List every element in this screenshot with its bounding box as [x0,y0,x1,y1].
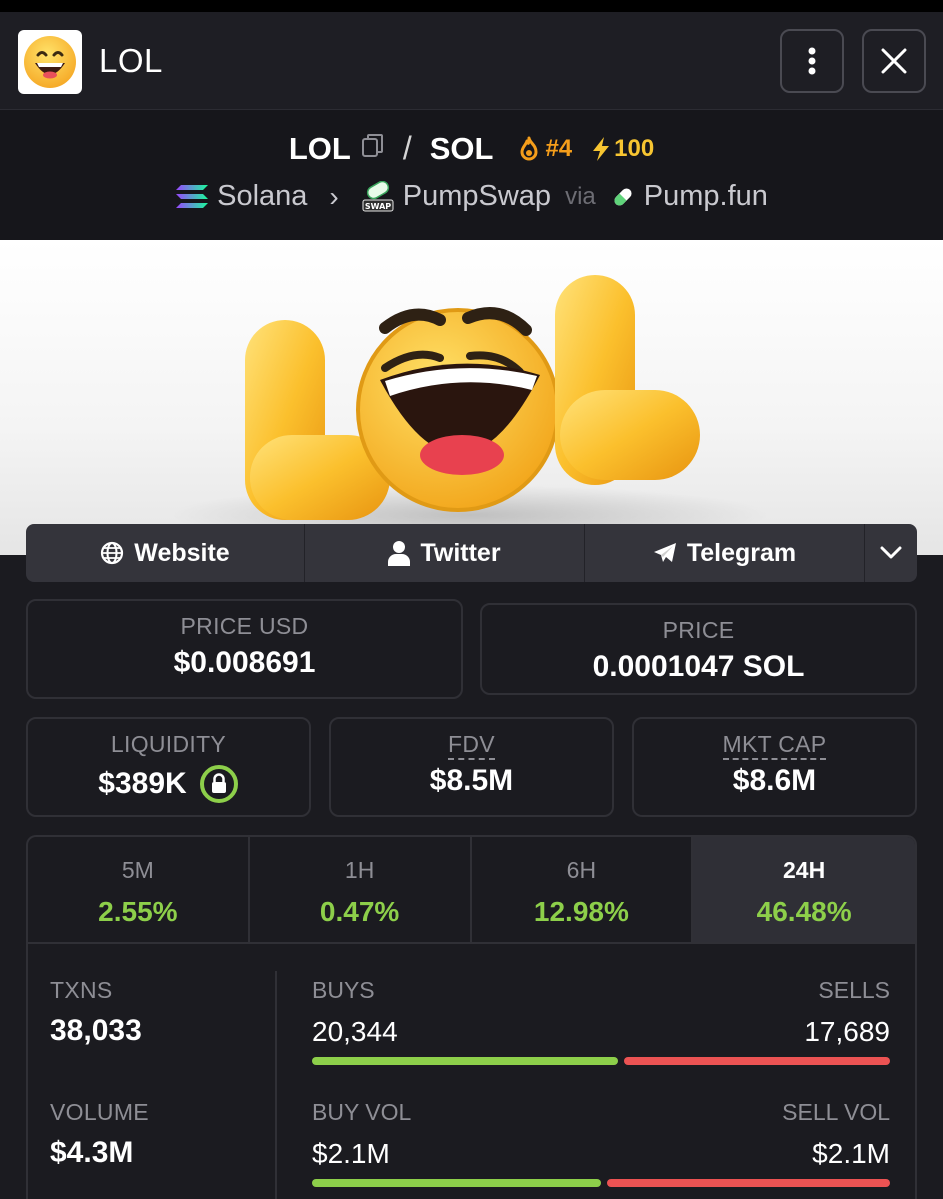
base-symbol: LOL [288,130,351,166]
buy-vol-label: BUY VOL [312,1099,412,1125]
price-usd-value: $0.008691 [173,646,316,679]
txns-metric: TXNS 38,033 [50,977,142,1048]
market-cap-value: $8.6M [732,764,817,797]
buy-sell-volume-row: BUY VOL SELL VOL $2.1M $2.1M [312,1099,890,1170]
globe-icon [101,541,124,565]
volume-label: VOLUME [50,1099,149,1125]
fdv-box: FDV $8.5M [329,717,614,817]
website-label: Website [134,538,230,567]
price-label: PRICE [662,617,735,643]
timeframe-tabs: 5M 2.55% 1H 0.47% 6H 12.98% 24H 46.48% [28,837,915,944]
boost-count: 100 [614,134,655,162]
timeframe-panel: 5M 2.55% 1H 0.47% 6H 12.98% 24H 46.48% T… [26,835,917,1199]
tab-change: 2.55% [98,896,178,927]
boost-badge[interactable]: 100 [590,135,654,163]
tab-24h[interactable]: 24H 46.48% [693,837,915,942]
social-links-bar: Website Twitter Telegram [26,524,917,582]
buy-vol-value: $2.1M [312,1138,390,1169]
user-icon [388,541,411,566]
trending-rank-badge[interactable]: #4 [517,135,572,163]
lightning-icon [593,136,610,161]
vertical-dots-icon [808,47,816,75]
status-strip [0,0,943,12]
sells-bar [624,1057,890,1065]
grinning-face-emoji-icon [24,36,76,88]
txns-label: TXNS [50,977,113,1003]
app-title: LOL [99,42,163,79]
buys-label: BUYS [312,977,375,1003]
tab-change: 0.47% [319,896,400,927]
tab-6h[interactable]: 6H 12.98% [472,837,694,942]
market-cap-box: MKT CAP $8.6M [632,717,917,817]
liquidity-label: LIQUIDITY [110,731,227,757]
tab-label: 6H [566,857,597,883]
tab-1h[interactable]: 1H 0.47% [250,837,472,942]
fdv-label[interactable]: FDV [448,731,495,760]
price-value: 0.0001047 SOL [592,650,805,683]
buy-vol-bar [312,1179,601,1187]
chevron-right-icon: › [329,180,339,212]
quote-symbol: SOL [429,130,494,166]
twitter-link[interactable]: Twitter [305,524,585,582]
header: LOL [0,12,943,110]
tab-label: 5M [121,857,154,883]
tab-change: 12.98% [533,896,629,927]
pair-separator: / [402,130,412,166]
dex-name[interactable]: PumpSwap [403,180,551,213]
telegram-label: Telegram [686,538,797,567]
more-options-button[interactable] [780,29,844,93]
tab-label: 1H [344,857,375,883]
token-avatar [18,30,82,94]
liquidity-value: $389K [98,767,187,800]
tab-label: 24H [783,857,826,883]
volume-metric: VOLUME $4.3M [50,1099,149,1170]
sells-value: 17,689 [804,1016,890,1047]
tab-5m[interactable]: 5M 2.55% [28,837,250,942]
more-links-button[interactable] [865,524,917,582]
token-banner [0,240,943,555]
sell-vol-label: SELL VOL [782,1099,890,1125]
chain-name[interactable]: Solana [217,180,307,213]
column-divider [275,971,277,1199]
tab-change: 46.48% [756,896,852,927]
market-cap-label[interactable]: MKT CAP [722,731,827,760]
sell-vol-bar [607,1179,890,1187]
txns-value: 38,033 [50,1014,142,1047]
sell-vol-value: $2.1M [812,1138,890,1169]
price-usd-label: PRICE USD [180,613,309,639]
trending-rank: #4 [545,134,573,162]
twitter-label: Twitter [420,538,501,567]
lol-banner-image [170,275,770,545]
solana-icon [176,184,209,208]
volume-value: $4.3M [50,1136,134,1169]
via-label: via [565,182,596,210]
flame-icon [520,136,538,160]
telegram-icon [653,543,676,562]
liquidity-box: LIQUIDITY $389K [26,717,311,817]
sells-label: SELLS [818,977,890,1003]
telegram-link[interactable]: Telegram [585,524,865,582]
close-icon [881,48,907,74]
price-native-box: PRICE 0.0001047 SOL [480,603,917,695]
pair-info: LOL / SOL #4 100 Solana › SWAP PumpSwap … [0,110,943,240]
lock-icon[interactable] [199,764,239,804]
price-usd-box: PRICE USD $0.008691 [26,599,463,699]
close-button[interactable] [862,29,926,93]
pumpswap-icon: SWAP [362,180,394,211]
pill-icon [614,187,632,206]
buys-value: 20,344 [312,1016,398,1047]
chevron-down-icon [880,546,902,559]
buys-bar [312,1057,618,1065]
buys-sells-row: BUYS SELLS 20,344 17,689 [312,977,890,1048]
fdv-value: $8.5M [429,764,514,797]
copy-icon[interactable] [361,133,385,164]
launchpad-name[interactable]: Pump.fun [644,180,768,213]
website-link[interactable]: Website [26,524,305,582]
svg-text:SWAP: SWAP [365,202,391,211]
